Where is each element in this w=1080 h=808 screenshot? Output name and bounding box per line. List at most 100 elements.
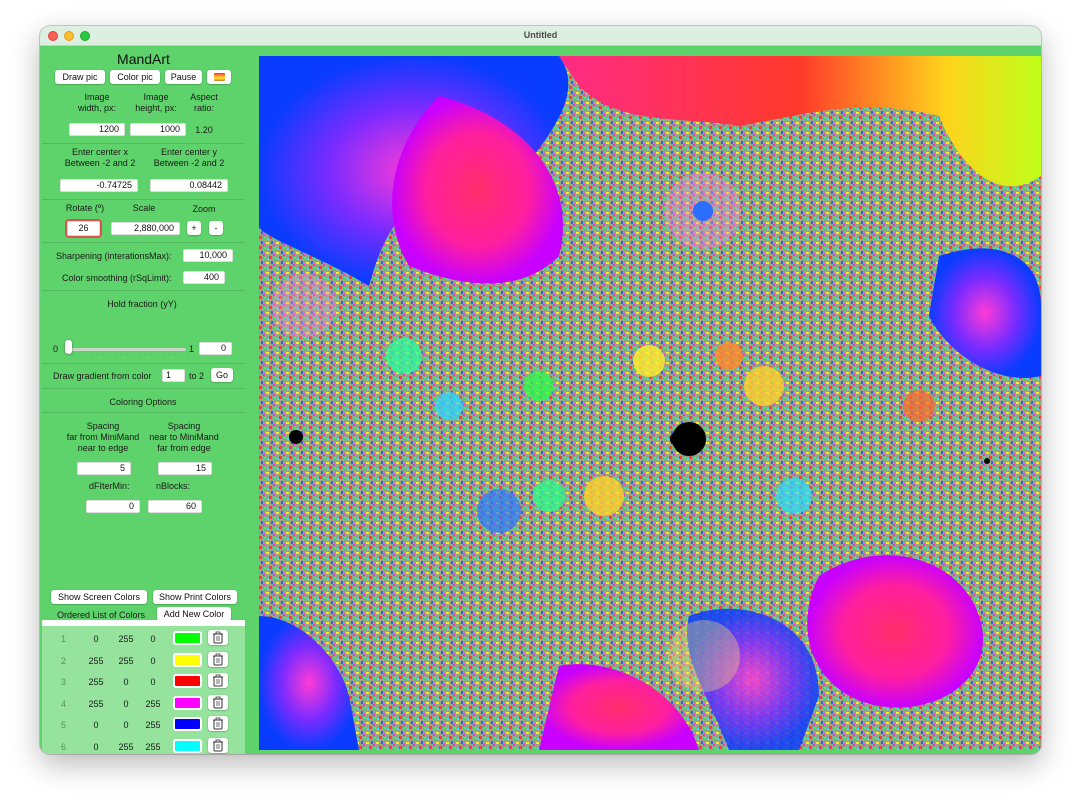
gradient-from-input[interactable]: 1 — [162, 369, 185, 382]
slider-tick — [91, 353, 92, 356]
center-y-label-line2: Between -2 and 2 — [153, 158, 225, 168]
center-x-label-line2: Between -2 and 2 — [64, 158, 136, 168]
color-r-value[interactable]: 0 — [81, 720, 111, 730]
spacing-near-label-line2: near to MiniMand — [149, 432, 219, 442]
color-index: 2 — [61, 655, 67, 666]
mandelbrot-canvas[interactable] — [259, 56, 1041, 750]
slider-tick — [97, 353, 98, 356]
divider — [42, 199, 245, 200]
delete-color-button[interactable] — [208, 673, 228, 688]
hold-fraction-input[interactable]: 0 — [199, 342, 232, 355]
slider-tick — [67, 353, 68, 356]
color-r-value[interactable]: 255 — [81, 677, 111, 687]
delete-color-button[interactable] — [208, 694, 228, 710]
color-b-value[interactable]: 0 — [138, 656, 168, 666]
slider-tick — [121, 353, 122, 356]
color-swatch[interactable] — [173, 631, 202, 645]
divider — [42, 412, 245, 413]
slider-tick — [139, 353, 140, 356]
show-print-colors-button[interactable]: Show Print Colors — [153, 590, 237, 604]
color-g-value[interactable]: 0 — [111, 699, 141, 709]
slider-tick — [133, 353, 134, 356]
rotate-input[interactable]: 26 — [67, 221, 100, 236]
color-g-value[interactable]: 255 — [111, 742, 141, 752]
divider — [42, 363, 245, 364]
hold-fraction-slider-knob[interactable] — [65, 340, 72, 354]
scale-label: Scale — [132, 203, 156, 213]
color-swatch[interactable] — [173, 717, 202, 731]
trash-icon — [213, 631, 223, 644]
gradient-go-button[interactable]: Go — [211, 368, 233, 382]
spacing-far-label-line3: near to edge — [77, 443, 129, 453]
aspect-ratio-label-line1: Aspect — [190, 92, 218, 102]
image-height-input[interactable]: 1000 — [130, 123, 186, 136]
color-r-value[interactable]: 0 — [81, 634, 111, 644]
delete-color-button[interactable] — [208, 716, 228, 731]
color-g-value[interactable]: 0 — [111, 720, 141, 730]
slider-tick — [103, 353, 104, 356]
smoothing-label: Color smoothing (rSqLimit): — [62, 273, 172, 283]
color-r-value[interactable]: 255 — [81, 656, 111, 666]
center-x-label-line1: Enter center x — [71, 147, 129, 157]
center-x-input[interactable]: -0.74725 — [60, 179, 138, 192]
color-b-value[interactable]: 0 — [138, 634, 168, 644]
center-y-label-line1: Enter center y — [160, 147, 218, 157]
divider — [42, 290, 245, 291]
scale-input[interactable]: 2,880,000 — [111, 222, 180, 235]
show-screen-colors-button[interactable]: Show Screen Colors — [51, 590, 147, 604]
add-new-color-button[interactable]: Add New Color — [157, 607, 231, 621]
image-width-label-line2: width, px: — [77, 103, 117, 113]
spacing-near-input[interactable]: 15 — [158, 462, 212, 475]
color-swatch[interactable] — [173, 738, 202, 753]
color-swatch[interactable] — [173, 674, 202, 688]
color-b-value[interactable]: 0 — [138, 677, 168, 687]
color-list-row: 4 255 0 255 — [42, 693, 245, 714]
image-width-input[interactable]: 1200 — [69, 123, 125, 136]
nblocks-label: nBlocks: — [156, 481, 191, 491]
window-title: Untitled — [523, 30, 558, 40]
slider-tick — [181, 353, 182, 356]
gradient-preview-button[interactable] — [207, 70, 231, 84]
rotate-label: Rotate (º) — [65, 203, 105, 213]
color-pic-button[interactable]: Color pic — [110, 70, 160, 84]
spacing-near-label-line3: far from edge — [157, 443, 211, 453]
app-name-heading: MandArt — [117, 51, 170, 67]
hold-fraction-slider-track[interactable] — [66, 348, 186, 351]
slider-tick — [73, 353, 74, 356]
slider-tick — [145, 353, 146, 356]
nblocks-input[interactable]: 60 — [148, 500, 202, 513]
pause-button[interactable]: Pause — [165, 70, 202, 84]
sharpening-input[interactable]: 10,000 — [183, 249, 233, 262]
color-list-row: 5 0 0 255 — [42, 714, 245, 735]
zoom-out-button[interactable]: - — [209, 221, 223, 235]
color-b-value[interactable]: 255 — [138, 720, 168, 730]
color-swatch[interactable] — [173, 652, 202, 667]
delete-color-button[interactable] — [208, 630, 228, 645]
color-b-value[interactable]: 255 — [138, 742, 168, 752]
zoom-in-button[interactable]: + — [187, 221, 201, 235]
smoothing-input[interactable]: 400 — [183, 271, 225, 284]
slider-tick — [109, 353, 110, 356]
color-g-value[interactable]: 0 — [111, 677, 141, 687]
zoom-label: Zoom — [192, 204, 216, 214]
fractal-image — [259, 56, 1041, 750]
color-g-value[interactable]: 255 — [111, 634, 141, 644]
dfitermin-input[interactable]: 0 — [86, 500, 140, 513]
slider-tick — [157, 353, 158, 356]
gradient-to-label: to 2 — [189, 371, 205, 381]
color-swatch[interactable] — [173, 695, 202, 710]
delete-color-button[interactable] — [208, 737, 228, 753]
draw-pic-button[interactable]: Draw pic — [55, 70, 105, 84]
slider-tick — [163, 353, 164, 356]
color-b-value[interactable]: 255 — [138, 699, 168, 709]
color-r-value[interactable]: 255 — [81, 699, 111, 709]
color-r-value[interactable]: 0 — [81, 742, 111, 752]
slider-tick — [151, 353, 152, 356]
center-y-input[interactable]: 0.08442 — [150, 179, 228, 192]
delete-color-button[interactable] — [208, 651, 228, 667]
color-g-value[interactable]: 255 — [111, 656, 141, 666]
gradient-from-label: Draw gradient from color — [53, 371, 152, 381]
hold-min-label: 0 — [53, 344, 59, 354]
spacing-far-input[interactable]: 5 — [77, 462, 131, 475]
color-list-row: 1 0 255 0 — [42, 628, 245, 649]
